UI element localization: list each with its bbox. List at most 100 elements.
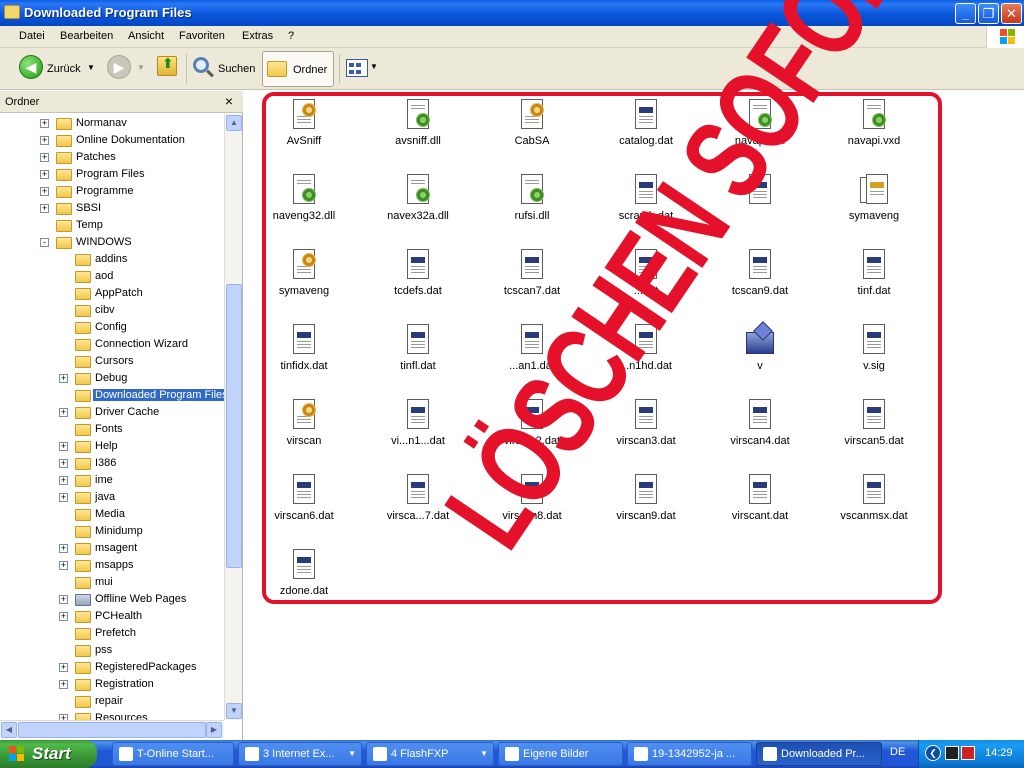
maximize-button[interactable]: ❐ [978, 3, 999, 24]
file-item[interactable]: navap...dll [710, 93, 810, 163]
file-item[interactable]: virscan [254, 393, 354, 463]
file-item[interactable] [710, 168, 810, 238]
folders-button[interactable]: Ordner [262, 51, 334, 87]
menu-tools[interactable]: Extras [242, 30, 273, 42]
file-item[interactable]: avsniff.dll [368, 93, 468, 163]
tree-item[interactable]: Media [0, 506, 224, 523]
file-item[interactable]: virscan6.dat [254, 468, 354, 538]
file-item[interactable]: ...n1hd.dat [596, 318, 696, 388]
tree-item[interactable]: AppPatch [0, 285, 224, 302]
expand-icon[interactable]: + [40, 187, 49, 196]
group-dropdown-icon[interactable]: ▼ [480, 749, 488, 758]
expand-icon[interactable]: + [40, 170, 49, 179]
file-item[interactable]: virscan4.dat [710, 393, 810, 463]
close-button[interactable]: ✕ [1001, 3, 1022, 24]
file-item[interactable]: tinfidx.dat [254, 318, 354, 388]
expand-icon[interactable]: + [59, 374, 68, 383]
file-item[interactable]: virscan8.dat [482, 468, 582, 538]
file-list[interactable]: AvSniff avsniff.dll CabSA catalog.dat navap.… [244, 91, 1024, 740]
file-item[interactable]: virscan9.dat [596, 468, 696, 538]
collapse-icon[interactable]: - [40, 238, 49, 247]
forward-button[interactable]: ▶ ▼ [107, 54, 147, 84]
file-item[interactable]: rufsi.dll [482, 168, 582, 238]
file-item[interactable]: symaveng [254, 243, 354, 313]
tree-item[interactable]: Fonts [0, 421, 224, 438]
horizontal-scroll-thumb[interactable] [18, 722, 206, 738]
file-item[interactable]: vscanmsx.dat [824, 468, 924, 538]
taskbar-item[interactable]: 3 Internet Ex... ▼ [238, 742, 362, 766]
back-button[interactable]: ◀ Zurück ▼ [19, 54, 99, 84]
tree-item[interactable]: + msapps [0, 557, 224, 574]
views-button[interactable]: ▼ [344, 54, 378, 84]
tree-item[interactable]: mui [0, 574, 224, 591]
menu-favorites[interactable]: Favoriten [179, 30, 225, 42]
file-item[interactable]: navex32a.dll [368, 168, 468, 238]
tree-item[interactable]: + msagent [0, 540, 224, 557]
expand-icon[interactable]: + [40, 204, 49, 213]
file-item[interactable]: tcscan7.dat [482, 243, 582, 313]
tray-expand-icon[interactable]: ❮ [925, 745, 941, 761]
tree-item[interactable]: addins [0, 251, 224, 268]
taskbar-item[interactable]: 19-1342952-ja ... [627, 742, 752, 766]
file-item[interactable]: virscant.dat [710, 468, 810, 538]
tree-item[interactable]: + java [0, 489, 224, 506]
tree-item[interactable]: Prefetch [0, 625, 224, 642]
expand-icon[interactable]: + [59, 459, 68, 468]
tree-horizontal-scrollbar[interactable]: ◀ ▶ [0, 720, 224, 738]
expand-icon[interactable]: + [40, 136, 49, 145]
expand-icon[interactable]: + [59, 612, 68, 621]
tree-item[interactable]: cibv [0, 302, 224, 319]
menu-view[interactable]: Ansicht [128, 30, 164, 42]
file-item[interactable]: symaveng [824, 168, 924, 238]
file-item[interactable]: AvSniff [254, 93, 354, 163]
tree-item[interactable]: + PCHealth [0, 608, 224, 625]
expand-icon[interactable]: + [40, 119, 49, 128]
tree-item[interactable]: pss [0, 642, 224, 659]
file-item[interactable]: virscan3.dat [596, 393, 696, 463]
file-item[interactable]: tinf.dat [824, 243, 924, 313]
language-indicator[interactable]: DE [890, 746, 905, 758]
scroll-left-icon[interactable]: ◀ [1, 722, 17, 738]
title-bar[interactable]: Downloaded Program Files _ ❐ ✕ [0, 0, 1024, 26]
tree-item[interactable]: Minidump [0, 523, 224, 540]
file-item[interactable]: navapi.vxd [824, 93, 924, 163]
tree-item[interactable]: + Debug [0, 370, 224, 387]
file-item[interactable]: ...an1.dat [482, 318, 582, 388]
tree-item[interactable]: + I386 [0, 455, 224, 472]
tree-item[interactable]: + Offline Web Pages [0, 591, 224, 608]
scroll-right-icon[interactable]: ▶ [206, 722, 222, 738]
tree-item[interactable]: Temp [0, 217, 224, 234]
expand-icon[interactable]: + [59, 442, 68, 451]
expand-icon[interactable]: + [59, 680, 68, 689]
tree-item[interactable]: + SBSI [0, 200, 224, 217]
tree-item[interactable]: + Patches [0, 149, 224, 166]
file-item[interactable]: CabSA [482, 93, 582, 163]
tree-item[interactable]: + Driver Cache [0, 404, 224, 421]
scroll-up-icon[interactable]: ▲ [226, 115, 242, 131]
folder-tree[interactable]: + Normanav + Online Dokumentation + Patches + P… [0, 114, 224, 720]
file-item[interactable]: catalog.dat [596, 93, 696, 163]
file-item[interactable]: virsc...2.dat [482, 393, 582, 463]
expand-icon[interactable]: + [59, 544, 68, 553]
tree-item[interactable]: aod [0, 268, 224, 285]
file-item[interactable]: tcscan9.dat [710, 243, 810, 313]
file-item[interactable]: zdone.dat [254, 543, 354, 613]
scroll-thumb[interactable] [226, 284, 242, 568]
tray-app-icon[interactable] [961, 746, 975, 760]
expand-icon[interactable]: + [40, 153, 49, 162]
file-item[interactable]: virsca...7.dat [368, 468, 468, 538]
tree-vertical-scrollbar[interactable]: ▲ ▼ [224, 114, 242, 720]
menu-file[interactable]: Datei [19, 30, 45, 42]
tree-item[interactable]: + Resources [0, 710, 224, 720]
tree-item[interactable]: + Normanav [0, 115, 224, 132]
tree-item[interactable]: Cursors [0, 353, 224, 370]
forward-dropdown-icon[interactable]: ▼ [137, 63, 145, 72]
views-dropdown-icon[interactable]: ▼ [370, 62, 378, 71]
expand-icon[interactable]: + [59, 476, 68, 485]
tree-item[interactable]: - WINDOWS [0, 234, 224, 251]
tree-item[interactable]: + Program Files [0, 166, 224, 183]
tree-item[interactable]: Downloaded Program Files [0, 387, 224, 404]
tree-item[interactable]: + Programme [0, 183, 224, 200]
expand-icon[interactable]: + [59, 408, 68, 417]
file-item[interactable]: scrauth.dat [596, 168, 696, 238]
